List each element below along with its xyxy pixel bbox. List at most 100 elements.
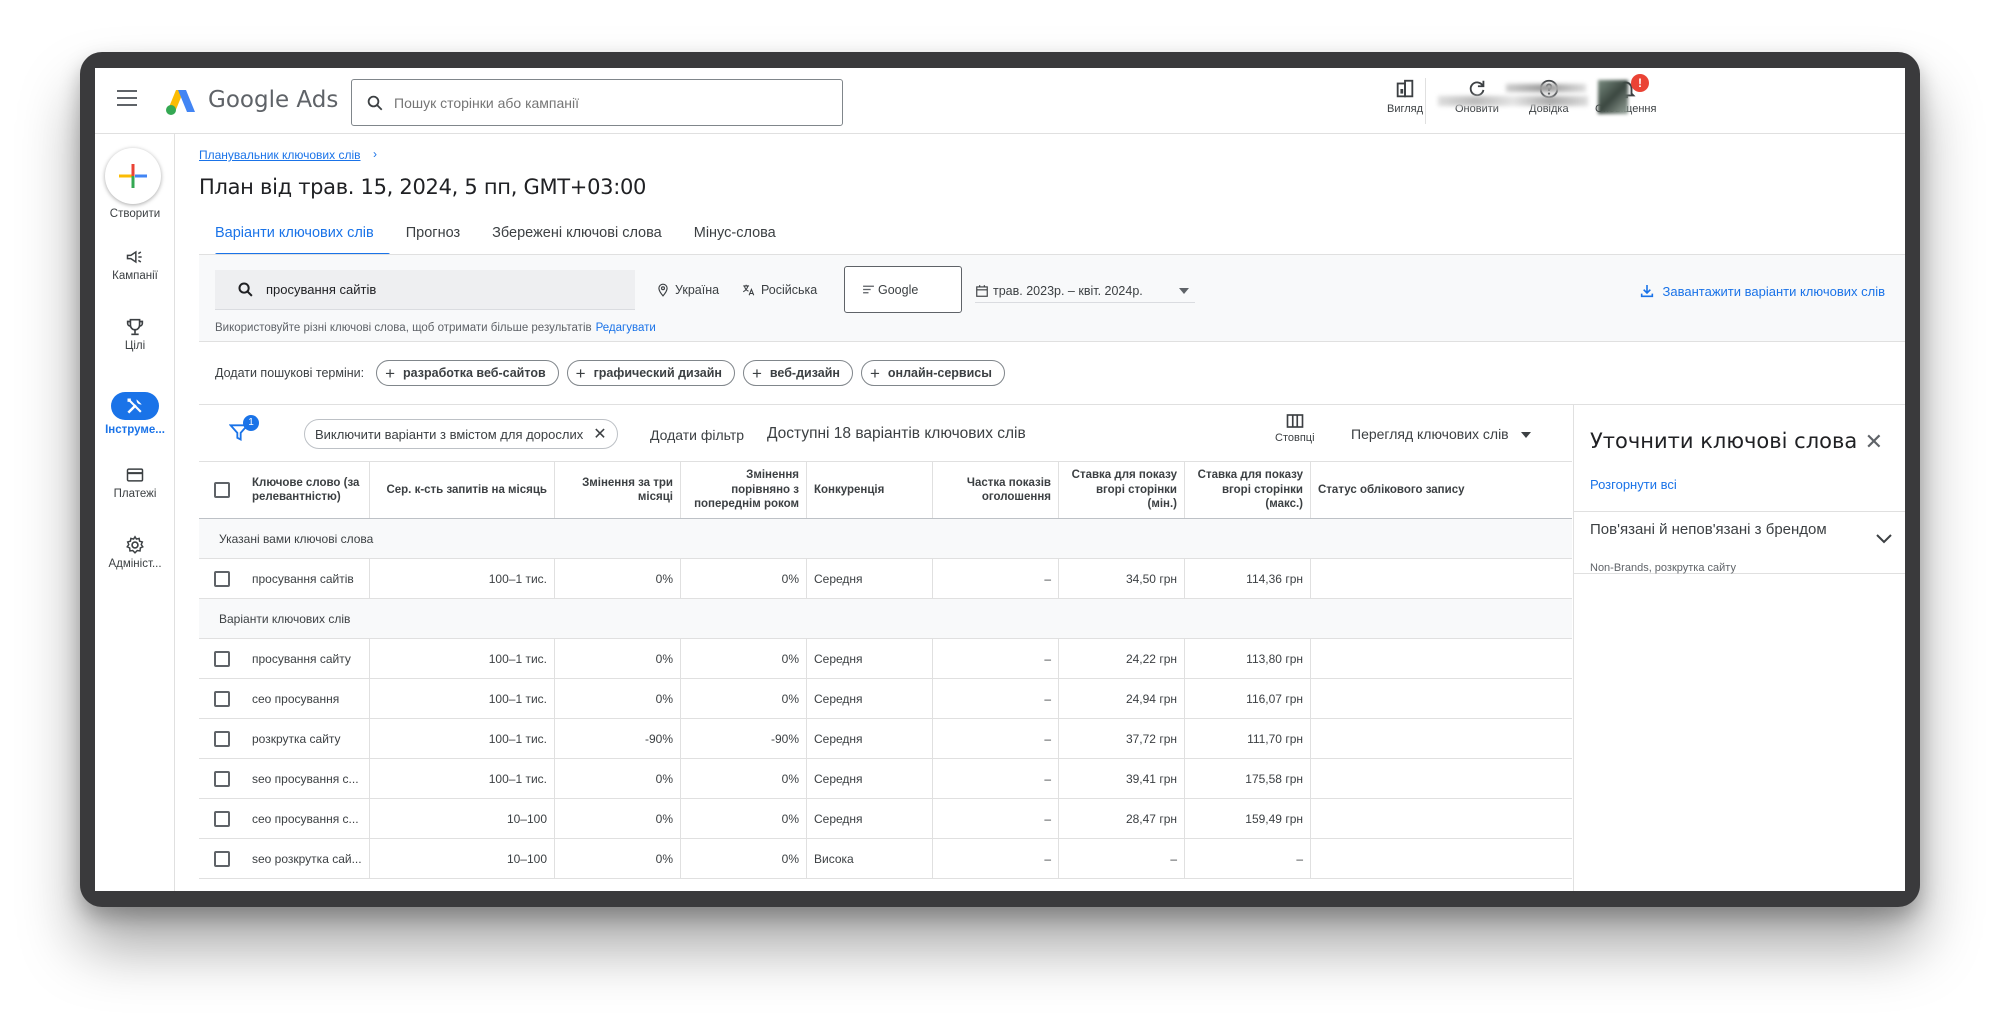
google-ads-logo-icon [166,90,195,115]
table-row[interactable]: сео просування с... 10–100 0% 0% Середня –28,… [199,799,1572,839]
keyword-input[interactable]: просування сайтів [215,270,635,310]
tab-negative-keywords[interactable]: Мінус-слова [678,218,792,256]
table-row[interactable]: seo просування с... 100–1 тис. 0% 0% Середня… [199,759,1572,799]
megaphone-icon [126,250,142,264]
date-range-filter[interactable]: трав. 2023р. – квіт. 2024р. [975,279,1195,303]
create-label-item[interactable]: Створити [95,208,175,220]
row-select-cell [199,839,245,878]
view-button[interactable]: Вигляд [1387,78,1423,115]
table-cell: просування сайтів [245,559,370,598]
table-cell: 111,70 грн [1185,719,1311,758]
column-header[interactable]: Змінення порівняно з попереднім роком [681,462,807,518]
column-header[interactable]: Сер. к-сть запитів на місяць [370,462,555,518]
table-row[interactable]: просування сайту 100–1 тис. 0% 0% Середня –24… [199,639,1572,679]
search-input[interactable] [394,94,814,111]
create-button[interactable] [105,148,161,204]
row-select-cell [199,639,245,678]
nav-label: Адмініст... [108,558,162,570]
nav-item-billing[interactable]: Платежі [95,462,175,500]
avatar[interactable] [1598,80,1628,114]
row-select-cell [199,799,245,838]
table-cell: 0% [681,639,807,678]
select-all-checkbox[interactable] [214,482,230,498]
account-name-blurred [1506,84,1586,92]
table-cell [1311,559,1572,598]
table-row[interactable]: сео просування 100–1 тис. 0% 0% Середня –24,9… [199,679,1572,719]
tab-forecast[interactable]: Прогноз [390,218,476,256]
column-header[interactable]: Конкуренція [807,462,933,518]
table-cell: 0% [555,559,681,598]
table-cell: 10–100 [370,799,555,838]
table-cell: 0% [681,679,807,718]
group-header: Указані вами ключові слова [199,519,1572,559]
column-header[interactable]: Частка показів оголошення [933,462,1059,518]
hint-text: Використовуйте різні ключові слова, щоб … [215,322,656,334]
column-header[interactable]: Ключове слово (за релевантністю) [245,462,370,518]
table-cell [1311,719,1572,758]
close-icon[interactable]: ✕ [1865,429,1883,455]
add-term-chip[interactable]: + графический дизайн [566,360,735,386]
keyword-view-select[interactable]: Перегляд ключових слів [1351,426,1531,442]
screen: Google Ads Вигляд Оновити Довідка ! Спов… [95,68,1905,891]
network-filter[interactable]: Google [844,266,962,313]
column-header[interactable]: Ставка для показу вгорі сторінки (макс.) [1185,462,1311,518]
credit-card-icon [126,468,144,482]
download-label: Завантажити варіанти ключових слів [1662,283,1885,299]
keyword-value: просування сайтів [266,282,377,297]
location-filter[interactable]: Україна [656,283,719,297]
table-cell: – [933,839,1059,878]
row-select-cell [199,679,245,718]
language-filter[interactable]: Російська [741,283,817,297]
tab-saved-keywords[interactable]: Збережені ключові слова [476,218,678,256]
chip-label: онлайн-сервисы [887,366,992,380]
search-icon [367,95,383,110]
add-term-chip[interactable]: + онлайн-сервисы [860,360,1005,386]
table-cell: – [933,759,1059,798]
date-range-value: трав. 2023р. – квіт. 2024р. [993,283,1143,298]
adult-filter-chip[interactable]: Виключити варіанти з вмістом для доросли… [304,419,618,449]
remove-filter-icon[interactable]: ✕ [593,424,606,444]
nav-item-admin[interactable]: Адмініст... [95,532,175,570]
add-term-chip[interactable]: + разработка веб-сайтов [376,360,559,386]
table-cell: 0% [681,839,807,878]
row-checkbox[interactable] [214,650,230,667]
columns-button[interactable]: Стовпці [1275,413,1315,444]
menu-icon[interactable] [117,90,137,108]
row-checkbox[interactable] [214,770,230,787]
row-checkbox[interactable] [214,690,230,707]
account-switcher[interactable] [1425,78,1895,124]
table-cell [1311,639,1572,678]
nav-item-goals[interactable]: Цілі [95,314,175,352]
breadcrumb[interactable]: Планувальник ключових слів [199,148,361,162]
row-checkbox[interactable] [214,730,230,747]
row-select-cell [199,759,245,798]
nav-item-campaigns[interactable]: Кампанії [95,244,175,282]
table-cell: 0% [555,639,681,678]
table-row[interactable]: просування сайтів 100–1 тис. 0% 0% Середня –3… [199,559,1572,599]
search-box[interactable] [351,79,843,126]
table-cell: – [933,799,1059,838]
view-select-label: Перегляд ключових слів [1351,426,1509,442]
table-cell: 114,36 грн [1185,559,1311,598]
table-cell: 24,94 грн [1059,679,1185,718]
row-checkbox[interactable] [214,570,230,587]
add-term-chip[interactable]: + веб-дизайн [742,360,853,386]
brand-section[interactable]: Пов'язані й непов'язані з брендом Non-Br… [1574,511,1905,574]
table-row[interactable]: seo розкрутка сай... 10–100 0% 0% Висока – – – [199,839,1572,879]
table-row[interactable]: розкрутка сайту 100–1 тис. -90% -90% Середня… [199,719,1572,759]
tab-keyword-ideas[interactable]: Варіанти ключових слів [199,218,390,256]
row-checkbox[interactable] [214,810,230,827]
download-button[interactable]: Завантажити варіанти ключових слів [1639,283,1885,299]
table-toolbar: 1 Виключити варіанти з вмістом для дорос… [199,405,1572,462]
column-header[interactable]: Статус облікового запису [1311,462,1572,518]
edit-link[interactable]: Редагувати [596,322,656,334]
table-cell [1311,839,1572,878]
row-checkbox[interactable] [214,850,230,867]
column-header[interactable]: Ставка для показу вгорі сторінки (мін.) [1059,462,1185,518]
expand-all-link[interactable]: Розгорнути всі [1590,477,1677,492]
table-cell: 24,22 грн [1059,639,1185,678]
nav-item-tools[interactable]: Інструме... [95,392,175,436]
nav-label: Цілі [124,340,146,352]
column-header[interactable]: Змінення за три місяці [555,462,681,518]
add-filter-button[interactable]: Додати фільтр [650,427,744,443]
